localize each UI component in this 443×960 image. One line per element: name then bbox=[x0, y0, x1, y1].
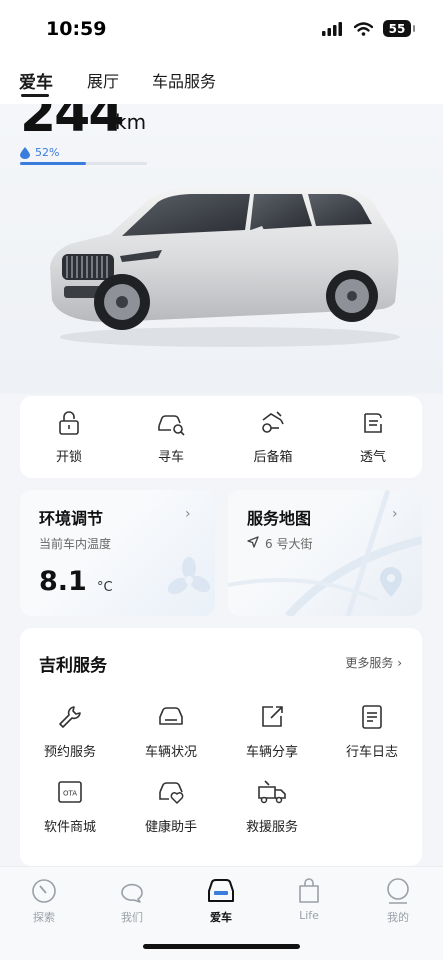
home-indicator bbox=[143, 944, 300, 949]
droplet-icon bbox=[20, 146, 30, 159]
wrench-icon bbox=[59, 706, 81, 728]
find-car-label: 寻车 bbox=[157, 450, 184, 465]
service-car-status[interactable]: 车辆状况 bbox=[131, 704, 211, 760]
unlock-icon bbox=[59, 411, 79, 435]
more-services-label: 更多服务 bbox=[345, 656, 394, 670]
top-tabs: 爱车 展厅 车品服务 bbox=[0, 58, 443, 104]
nav-explore[interactable]: 探索 bbox=[14, 877, 74, 925]
nav-label: 探索 bbox=[33, 911, 55, 924]
log-icon bbox=[362, 705, 382, 729]
battery-percent: 52% bbox=[35, 146, 60, 159]
car-icon bbox=[208, 879, 234, 902]
share-icon bbox=[262, 706, 283, 727]
nav-profile[interactable]: 我的 bbox=[368, 877, 428, 925]
service-map-title: 服务地图 bbox=[247, 509, 312, 528]
wifi-icon bbox=[354, 21, 373, 36]
services-title: 吉利服务 bbox=[39, 656, 107, 676]
map-pin-icon bbox=[380, 567, 402, 597]
battery-progress-fill bbox=[20, 162, 87, 165]
find-car-icon bbox=[158, 415, 185, 436]
find-car-button[interactable]: 寻车 bbox=[136, 410, 206, 465]
fan-icon bbox=[167, 557, 211, 595]
climate-title: 环境调节 bbox=[39, 509, 104, 528]
quick-actions-card: 开锁 寻车 后备箱 透气 bbox=[20, 396, 422, 478]
service-label: 健康助手 bbox=[144, 820, 197, 835]
tab-car-products[interactable]: 车品服务 bbox=[152, 68, 216, 92]
life-bag-icon bbox=[299, 878, 319, 903]
signal-icon bbox=[322, 21, 342, 36]
battery-progress bbox=[20, 162, 147, 165]
car-status-icon bbox=[159, 707, 183, 725]
temperature-unit: °C bbox=[97, 580, 113, 595]
service-label: 行车日志 bbox=[345, 745, 398, 760]
service-car-share[interactable]: 车辆分享 bbox=[232, 704, 312, 760]
status-icons: 55 bbox=[322, 20, 415, 37]
active-tab-indicator bbox=[21, 94, 49, 97]
battery-icon: 55 bbox=[383, 20, 415, 37]
service-label: 救援服务 bbox=[245, 820, 298, 835]
service-map-card[interactable]: 服务地图 › 6 号大街 bbox=[228, 490, 422, 616]
ventilate-label: 透气 bbox=[359, 450, 386, 465]
climate-card[interactable]: 环境调节 › 当前车内温度 8.1 °C bbox=[20, 490, 215, 616]
service-rescue[interactable]: 救援服务 bbox=[232, 779, 312, 835]
ota-icon: OTA bbox=[58, 781, 82, 803]
vehicle-image[interactable] bbox=[40, 182, 405, 352]
map-location: 6 号大街 bbox=[265, 537, 313, 551]
profile-icon bbox=[387, 878, 409, 904]
geely-services-card: 吉利服务 更多服务 › 预约服务 车辆状况 车辆分享 行车日志 OTA 软件商城… bbox=[20, 628, 422, 866]
ventilate-button[interactable]: 透气 bbox=[338, 410, 408, 465]
trunk-button[interactable]: 后备箱 bbox=[238, 410, 308, 465]
battery-row: 52% bbox=[20, 146, 59, 159]
trunk-icon bbox=[262, 411, 284, 433]
range-value: 244 bbox=[20, 104, 125, 144]
nav-label: Life bbox=[299, 909, 319, 922]
temperature-value: 8.1 bbox=[39, 566, 87, 597]
nav-my-car[interactable]: 爱车 bbox=[191, 877, 251, 925]
unlock-label: 开锁 bbox=[55, 450, 82, 465]
status-time: 10:59 bbox=[46, 18, 107, 40]
service-health-assistant[interactable]: 健康助手 bbox=[131, 779, 211, 835]
navigation-arrow-icon bbox=[247, 536, 259, 548]
health-icon bbox=[159, 782, 184, 804]
service-label: 预约服务 bbox=[43, 745, 96, 760]
status-bar: 10:59 55 bbox=[0, 0, 443, 58]
nav-label: 我们 bbox=[121, 911, 143, 924]
chevron-right-icon: › bbox=[185, 506, 191, 522]
tab-my-car[interactable]: 爱车 bbox=[19, 68, 53, 93]
climate-subtitle: 当前车内温度 bbox=[39, 537, 112, 551]
service-driving-log[interactable]: 行车日志 bbox=[332, 704, 412, 760]
nav-community[interactable]: 我们 bbox=[102, 877, 162, 925]
ventilate-icon bbox=[364, 413, 382, 433]
more-services-link[interactable]: 更多服务 › bbox=[345, 654, 402, 671]
tab-showroom[interactable]: 展厅 bbox=[87, 68, 119, 92]
explore-icon bbox=[32, 879, 56, 903]
unlock-button[interactable]: 开锁 bbox=[34, 410, 104, 465]
trunk-label: 后备箱 bbox=[253, 450, 293, 465]
community-icon bbox=[121, 883, 143, 903]
service-label: 软件商城 bbox=[43, 820, 96, 835]
service-appointment[interactable]: 预约服务 bbox=[30, 704, 110, 760]
nav-life[interactable]: Life bbox=[279, 877, 339, 922]
chevron-right-icon: › bbox=[392, 506, 398, 522]
service-software-store[interactable]: OTA 软件商城 bbox=[30, 779, 110, 835]
ota-badge: OTA bbox=[63, 790, 77, 798]
service-label: 车辆状况 bbox=[144, 745, 197, 760]
rescue-truck-icon bbox=[258, 780, 286, 804]
vehicle-hero: 244 km 52% bbox=[0, 104, 443, 394]
nav-label: 爱车 bbox=[210, 911, 232, 924]
nav-label: 我的 bbox=[387, 911, 409, 924]
service-label: 车辆分享 bbox=[245, 745, 298, 760]
range-unit: km bbox=[115, 110, 147, 134]
